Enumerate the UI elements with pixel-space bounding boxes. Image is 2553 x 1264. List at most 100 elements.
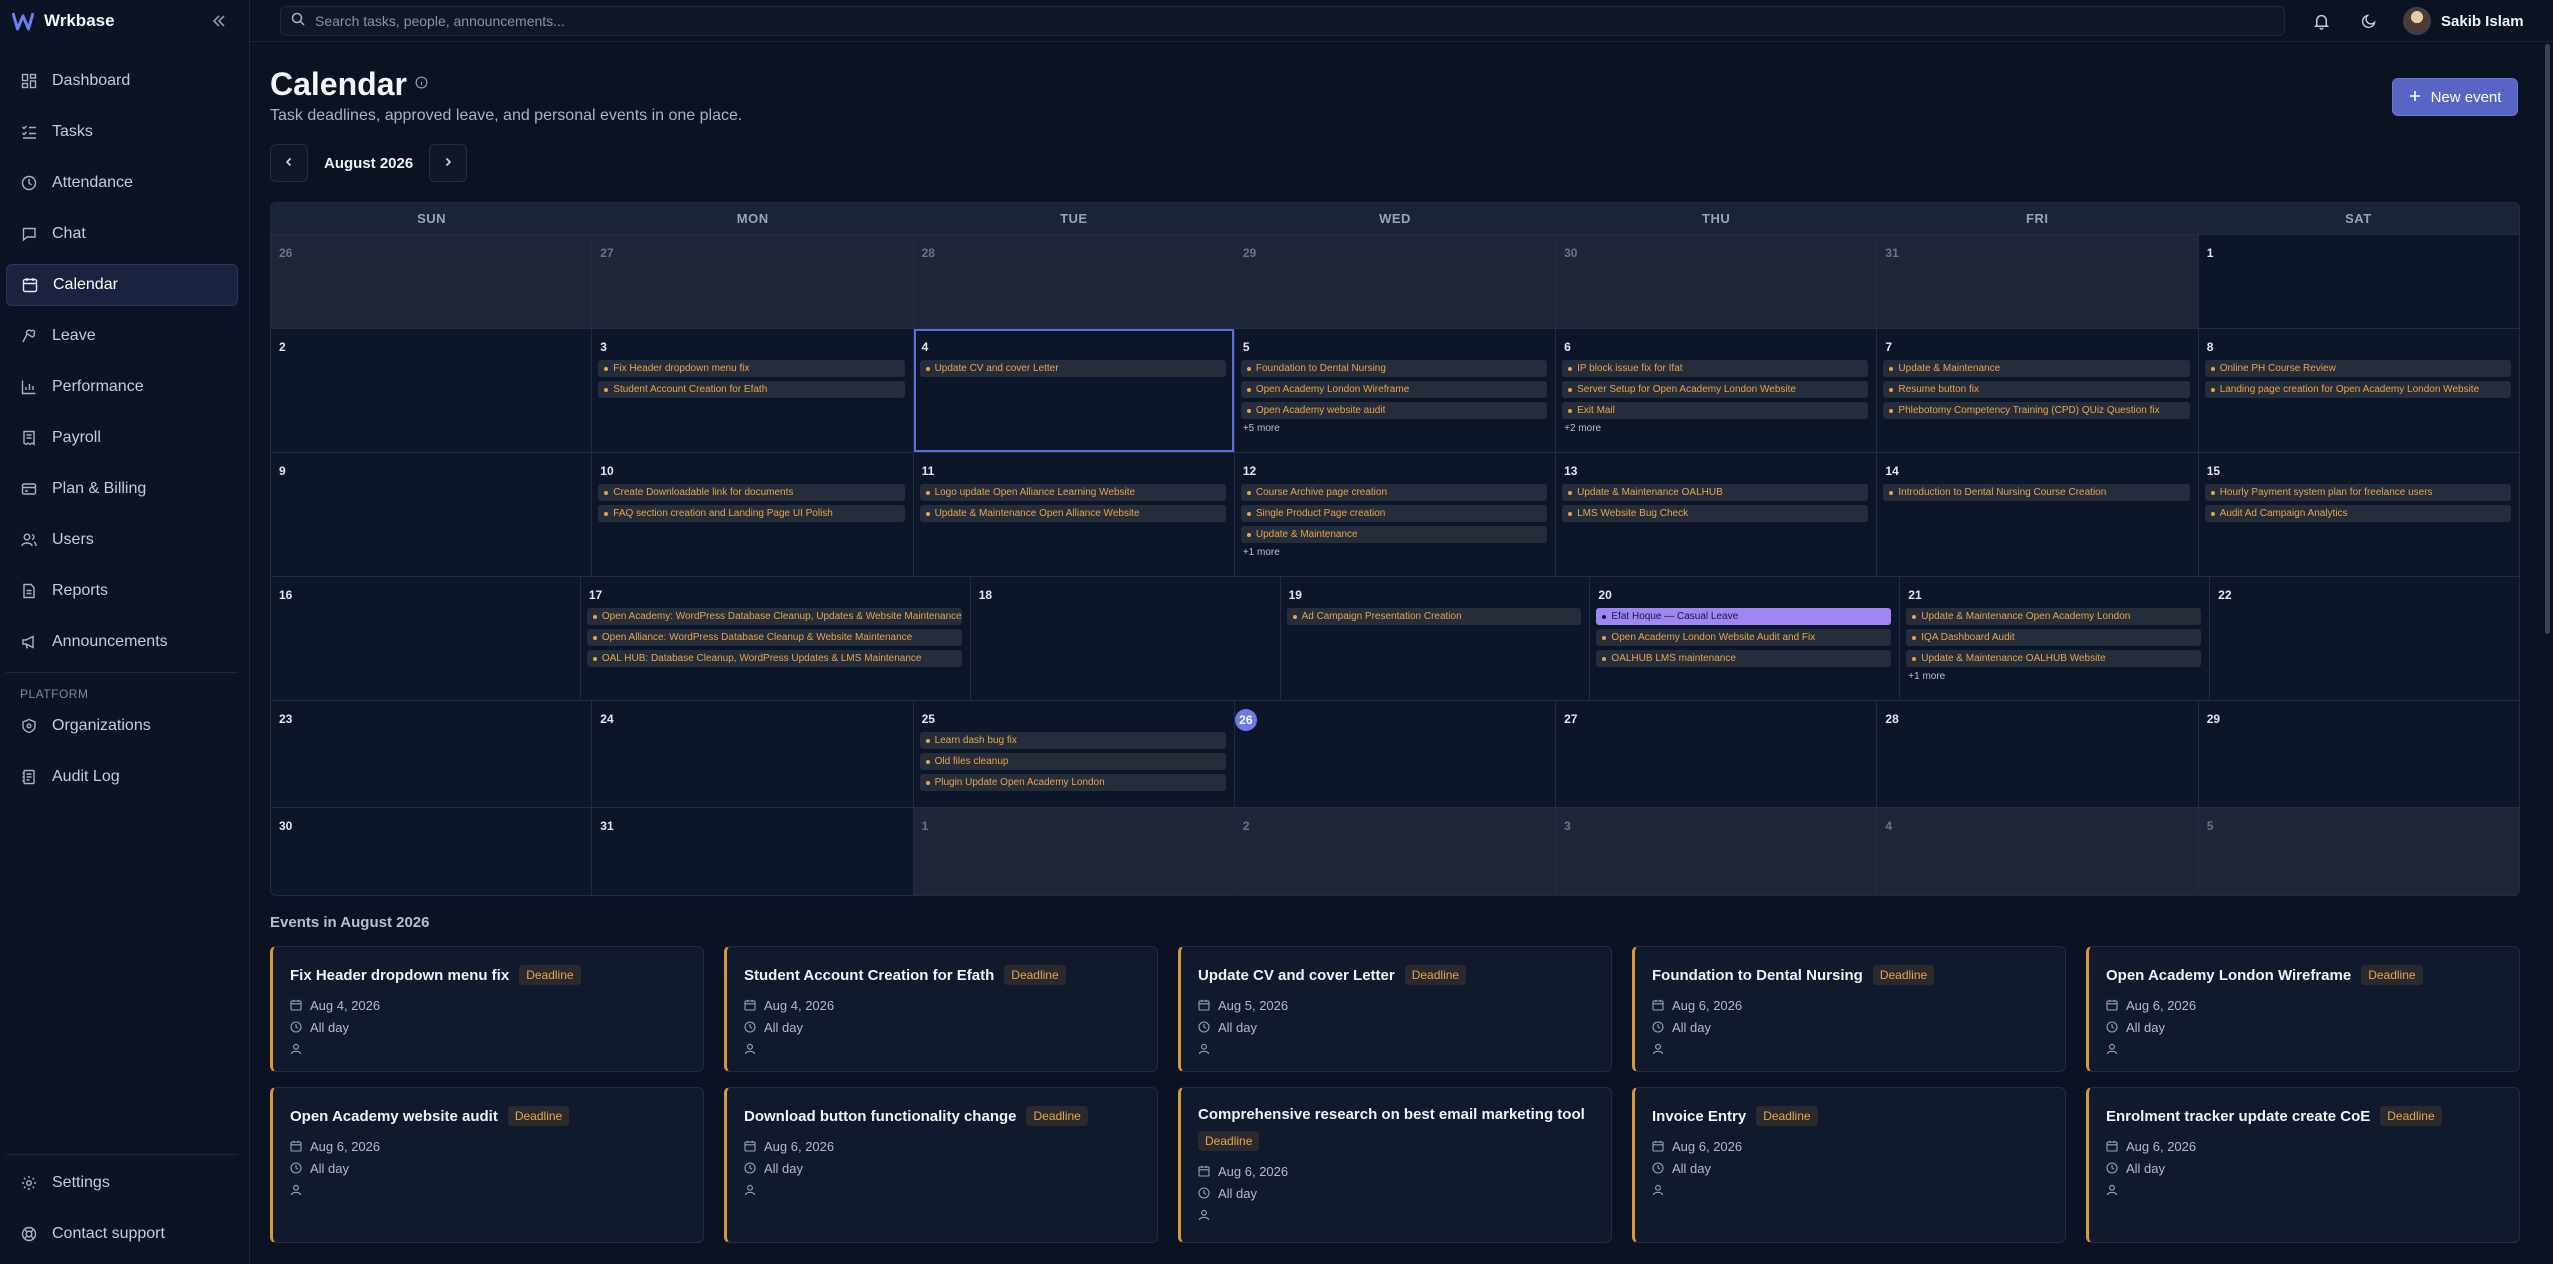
calendar-day-cell[interactable]: 24 — [592, 701, 914, 807]
calendar-day-cell[interactable]: 27 — [592, 235, 914, 328]
deadline-event-chip[interactable]: Audit Ad Campaign Analytics — [2204, 505, 2511, 522]
calendar-day-cell[interactable]: 28 — [913, 235, 1235, 328]
deadline-event-chip[interactable]: Open Academy London Wireframe — [1240, 381, 1548, 398]
sidebar-item-attendance[interactable]: Attendance — [6, 162, 238, 204]
deadline-event-chip[interactable]: IP block issue fix for Ifat — [1562, 360, 1869, 377]
deadline-event-chip[interactable]: OAL HUB: Database Cleanup, WordPress Upd… — [586, 650, 962, 667]
user-menu[interactable]: Sakib Islam — [2403, 6, 2524, 36]
event-card[interactable]: Comprehensive research on best email mar… — [1178, 1087, 1612, 1243]
calendar-day-cell[interactable]: 26 — [1234, 701, 1557, 807]
deadline-event-chip[interactable]: Student Account Creation for Efath — [598, 381, 905, 398]
deadline-event-chip[interactable]: LMS Website Bug Check — [1562, 505, 1869, 522]
deadline-event-chip[interactable]: Introduction to Dental Nursing Course Cr… — [1883, 484, 2190, 501]
calendar-day-cell[interactable]: 6 IP block issue fix for Ifat Server Setup… — [1556, 329, 1878, 452]
sidebar-item-contact-support[interactable]: Contact support — [6, 1213, 238, 1255]
more-events-link[interactable]: +1 more — [1243, 547, 1551, 558]
calendar-day-cell[interactable]: 11 Logo update Open Alliance Learning Web… — [914, 453, 1235, 576]
calendar-day-cell[interactable]: 31 — [592, 808, 914, 895]
sidebar-item-performance[interactable]: Performance — [6, 366, 238, 408]
calendar-day-cell[interactable]: 15 Hourly Payment system plan for freelan… — [2199, 453, 2519, 576]
calendar-day-cell[interactable]: 5 Foundation to Dental Nursing Open Academ… — [1235, 329, 1557, 452]
event-card[interactable]: Enrolment tracker update create CoE Deadl… — [2086, 1087, 2520, 1243]
deadline-event-chip[interactable]: Fix Header dropdown menu fix — [598, 360, 905, 377]
deadline-event-chip[interactable]: Update CV and cover Letter — [919, 360, 1226, 377]
calendar-day-cell[interactable]: 30 — [1556, 235, 1878, 328]
bell-icon[interactable] — [2308, 8, 2334, 34]
calendar-day-cell[interactable]: 4 — [1877, 808, 2199, 895]
calendar-day-cell[interactable]: 14 Introduction to Dental Nursing Course … — [1877, 453, 2199, 576]
search-input[interactable] — [315, 13, 2215, 29]
scrollbar[interactable] — [2545, 44, 2550, 634]
calendar-day-cell[interactable]: 7 Update & Maintenance Resume button fix Ph… — [1877, 329, 2199, 452]
deadline-event-chip[interactable]: Update & Maintenance Open Alliance Websi… — [919, 505, 1226, 522]
deadline-event-chip[interactable]: Update & Maintenance — [1240, 526, 1548, 543]
deadline-event-chip[interactable]: IQA Dashboard Audit — [1906, 629, 2202, 646]
calendar-day-cell[interactable]: 21 Update & Maintenance Open Academy Lond… — [1900, 577, 2211, 700]
deadline-event-chip[interactable]: Open Academy website audit — [1240, 402, 1548, 419]
moon-icon[interactable] — [2356, 8, 2382, 34]
more-events-link[interactable]: +2 more — [1564, 423, 1872, 434]
calendar-day-cell[interactable]: 19 Ad Campaign Presentation Creation — [1281, 577, 1591, 700]
deadline-event-chip[interactable]: Open Academy: WordPress Database Cleanup… — [586, 608, 962, 625]
calendar-day-cell[interactable]: 23 — [271, 701, 593, 807]
sidebar-item-reports[interactable]: Reports — [6, 570, 238, 612]
calendar-day-cell[interactable]: 29 — [1234, 235, 1557, 328]
sidebar-item-tasks[interactable]: Tasks — [6, 111, 238, 153]
calendar-day-cell[interactable]: 10 Create Downloadable link for documents… — [592, 453, 914, 576]
new-event-button[interactable]: New event — [2392, 78, 2518, 116]
event-card[interactable]: Invoice Entry Deadline Aug 6, 2026 All day — [1632, 1087, 2066, 1243]
event-card[interactable]: Update CV and cover Letter Deadline Aug 5,… — [1178, 946, 1612, 1072]
calendar-day-cell[interactable]: 8 Online PH Course Review Landing page cre… — [2199, 329, 2519, 452]
more-events-link[interactable]: +1 more — [1908, 671, 2205, 682]
deadline-event-chip[interactable]: Create Downloadable link for documents — [598, 484, 905, 501]
sidebar-item-plan-billing[interactable]: Plan & Billing — [6, 468, 238, 510]
next-month-button[interactable] — [429, 144, 468, 182]
deadline-event-chip[interactable]: Foundation to Dental Nursing — [1240, 360, 1548, 377]
sidebar-item-chat[interactable]: Chat — [6, 213, 238, 255]
sidebar-item-settings[interactable]: Settings — [6, 1162, 238, 1204]
event-card[interactable]: Student Account Creation for Efath Deadli… — [724, 946, 1158, 1072]
sidebar-item-organizations[interactable]: Organizations — [6, 705, 238, 747]
deadline-event-chip[interactable]: Hourly Payment system plan for freelance… — [2204, 484, 2511, 501]
calendar-day-cell[interactable]: 18 — [971, 577, 1281, 700]
prev-month-button[interactable] — [270, 144, 308, 182]
calendar-day-cell[interactable]: 3 — [1556, 808, 1878, 895]
calendar-day-cell[interactable]: 4 Update CV and cover Letter — [914, 329, 1235, 452]
calendar-day-cell[interactable]: 12 Course Archive page creation Single Pro… — [1235, 453, 1557, 576]
event-card[interactable]: Foundation to Dental Nursing Deadline Aug … — [1632, 946, 2066, 1072]
calendar-day-cell[interactable]: 1 — [2199, 235, 2519, 328]
calendar-day-cell[interactable]: 20 Efat Hoque — Casual Leave Open Academy … — [1590, 577, 1901, 700]
calendar-day-cell[interactable]: 16 — [271, 577, 581, 700]
deadline-event-chip[interactable]: OALHUB LMS maintenance — [1596, 650, 1892, 667]
sidebar-item-payroll[interactable]: Payroll — [6, 417, 238, 459]
deadline-event-chip[interactable]: Learn dash bug fix — [919, 732, 1226, 749]
more-events-link[interactable]: +5 more — [1243, 423, 1551, 434]
search-bar[interactable] — [280, 6, 2285, 36]
calendar-day-cell[interactable]: 17 Open Academy: WordPress Database Clean… — [581, 577, 971, 700]
deadline-event-chip[interactable]: Update & Maintenance OALHUB — [1562, 484, 1869, 501]
calendar-day-cell[interactable]: 27 — [1556, 701, 1878, 807]
info-icon[interactable] — [415, 76, 428, 94]
deadline-event-chip[interactable]: FAQ section creation and Landing Page UI… — [598, 505, 905, 522]
deadline-event-chip[interactable]: Logo update Open Alliance Learning Websi… — [919, 484, 1226, 501]
calendar-day-cell[interactable]: 28 — [1877, 701, 2199, 807]
deadline-event-chip[interactable]: Single Product Page creation — [1240, 505, 1548, 522]
sidebar-item-users[interactable]: Users — [6, 519, 238, 561]
deadline-event-chip[interactable]: Online PH Course Review — [2204, 360, 2511, 377]
calendar-day-cell[interactable]: 1 — [913, 808, 1235, 895]
event-card[interactable]: Download button functionality change Dead… — [724, 1087, 1158, 1243]
calendar-day-cell[interactable]: 3 Fix Header dropdown menu fix Student Acc… — [592, 329, 914, 452]
deadline-event-chip[interactable]: Open Academy London Website Audit and Fi… — [1596, 629, 1892, 646]
calendar-day-cell[interactable]: 2 — [271, 329, 593, 452]
deadline-event-chip[interactable]: Open Alliance: WordPress Database Cleanu… — [586, 629, 962, 646]
calendar-day-cell[interactable]: 31 — [1877, 235, 2199, 328]
calendar-day-cell[interactable]: 26 — [271, 235, 593, 328]
calendar-day-cell[interactable]: 25 Learn dash bug fix Old files cleanup Plu… — [914, 701, 1235, 807]
event-card[interactable]: Open Academy website audit Deadline Aug 6,… — [270, 1087, 704, 1243]
deadline-event-chip[interactable]: Update & Maintenance — [1883, 360, 2190, 377]
deadline-event-chip[interactable]: Update & Maintenance Open Academy London — [1906, 608, 2202, 625]
deadline-event-chip[interactable]: Course Archive page creation — [1240, 484, 1548, 501]
deadline-event-chip[interactable]: Plugin Update Open Academy London — [919, 774, 1226, 791]
calendar-day-cell[interactable]: 22 — [2210, 577, 2519, 700]
sidebar-item-dashboard[interactable]: Dashboard — [6, 60, 238, 102]
